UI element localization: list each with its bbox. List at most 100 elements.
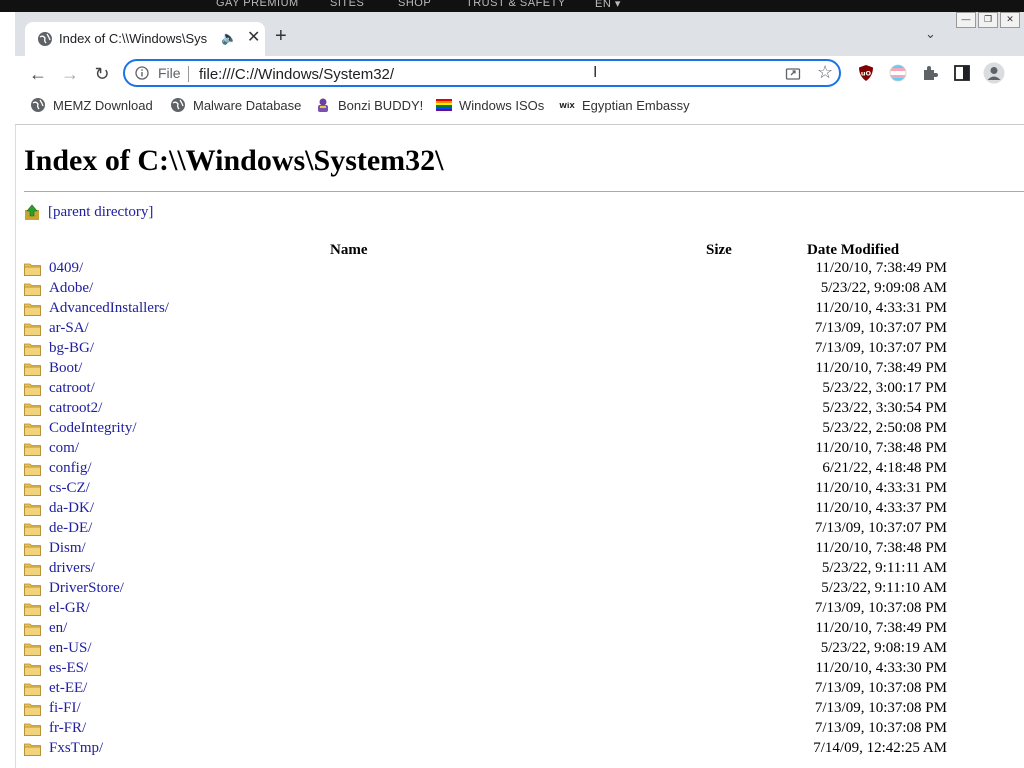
table-row: en-US/5/23/22, 9:08:19 AM (24, 640, 1024, 660)
folder-icon (24, 663, 41, 676)
url-input[interactable] (197, 63, 761, 85)
bookmark-label: Malware Database (193, 97, 302, 113)
folder-link[interactable]: Boot/ (49, 360, 82, 377)
folder-link[interactable]: CodeIntegrity/ (49, 420, 136, 437)
close-icon[interactable]: ✕ (1000, 12, 1020, 28)
info-icon[interactable] (135, 66, 149, 80)
bookmark-memz[interactable]: MEMZ Download (30, 96, 153, 114)
bg-nav-item: GAY PREMIUM (216, 0, 299, 9)
folder-icon (24, 523, 41, 536)
folder-link[interactable]: el-GR/ (49, 600, 90, 617)
speaker-icon[interactable]: 🔈 (221, 30, 237, 46)
bookmark-star-icon[interactable]: ☆ (817, 62, 833, 83)
bookmark-label: Egyptian Embassy (582, 97, 690, 113)
bookmark-label: Windows ISOs (459, 97, 545, 113)
divider (188, 66, 189, 82)
toolbar: ← → ↻ File I ☆ uO (15, 56, 1024, 92)
tab-active[interactable]: Index of C:\\Windows\System32\ 🔈 ✕ (25, 22, 265, 56)
folder-icon (24, 343, 41, 356)
folder-link[interactable]: catroot/ (49, 380, 95, 397)
folder-link[interactable]: et-EE/ (49, 680, 87, 697)
table-row: Boot/11/20/10, 7:38:49 PM (24, 360, 1024, 380)
date-modified: 11/20/10, 7:38:48 PM (815, 540, 947, 556)
share-icon[interactable] (785, 65, 801, 81)
parent-directory-link[interactable]: [parent directory] (48, 204, 153, 221)
folder-link[interactable]: config/ (49, 460, 92, 477)
side-panel-icon[interactable] (953, 64, 971, 82)
bg-nav-item: SITES (330, 0, 365, 9)
bookmark-windows-isos[interactable]: Windows ISOs (436, 96, 544, 114)
bg-nav-item: SHOP (398, 0, 432, 9)
profile-avatar-icon[interactable] (983, 62, 1005, 84)
date-modified: 5/23/22, 9:09:08 AM (820, 280, 947, 296)
restore-icon[interactable]: ❐ (978, 12, 998, 28)
folder-link[interactable]: catroot2/ (49, 400, 102, 417)
folder-link[interactable]: bg-BG/ (49, 340, 94, 357)
tab-search-button[interactable]: ⌄ (925, 26, 936, 42)
date-modified: 7/13/09, 10:37:07 PM (814, 340, 947, 356)
date-modified: 5/23/22, 9:08:19 AM (820, 640, 947, 656)
svg-text:WiX: WiX (559, 102, 575, 110)
window-controls: — ❐ ✕ (956, 12, 1020, 28)
bookmark-malware-database[interactable]: Malware Database (170, 96, 301, 114)
date-modified: 11/20/10, 4:33:37 PM (815, 500, 947, 516)
folder-link[interactable]: DriverStore/ (49, 580, 124, 597)
address-bar[interactable]: File I ☆ (123, 59, 841, 87)
column-header-size[interactable]: Size (706, 242, 732, 259)
table-row: el-GR/7/13/09, 10:37:08 PM (24, 600, 1024, 620)
date-modified: 7/13/09, 10:37:08 PM (814, 680, 947, 696)
folder-link[interactable]: ar-SA/ (49, 320, 89, 337)
ublock-origin-icon[interactable]: uO (857, 64, 875, 82)
folder-icon (24, 303, 41, 316)
folder-link[interactable]: en-US/ (49, 640, 92, 657)
table-row: de-DE/7/13/09, 10:37:07 PM (24, 520, 1024, 540)
folder-link[interactable]: Dism/ (49, 540, 86, 557)
bookmark-label: MEMZ Download (53, 97, 153, 113)
new-tab-button[interactable]: + (275, 26, 287, 46)
page-title: Index of C:\\Windows\System32\ (24, 144, 444, 177)
folder-link[interactable]: en/ (49, 620, 67, 637)
back-button[interactable]: ← (26, 62, 50, 86)
folder-icon (24, 283, 41, 296)
table-row: ar-SA/7/13/09, 10:37:07 PM (24, 320, 1024, 340)
folder-icon (24, 363, 41, 376)
column-header-date[interactable]: Date Modified (807, 242, 899, 259)
date-modified: 11/20/10, 7:38:49 PM (815, 620, 947, 636)
folder-link[interactable]: fi-FI/ (49, 700, 81, 717)
folder-link[interactable]: AdvancedInstallers/ (49, 300, 169, 317)
table-row: cs-CZ/11/20/10, 4:33:31 PM (24, 480, 1024, 500)
tab-close-icon[interactable]: ✕ (247, 27, 260, 47)
reload-button[interactable]: ↻ (90, 62, 114, 86)
bg-nav-item: TRUST & SAFETY (466, 0, 566, 9)
table-row: fr-FR/7/13/09, 10:37:08 PM (24, 720, 1024, 740)
puzzle-extensions-icon[interactable] (921, 64, 939, 82)
forward-button[interactable]: → (58, 62, 82, 86)
directory-listing: Index of C:\\Windows\System32\ [parent d… (24, 124, 1024, 768)
folder-link[interactable]: FxsTmp/ (49, 740, 103, 757)
table-row: catroot2/5/23/22, 3:30:54 PM (24, 400, 1024, 420)
folder-link[interactable]: Adobe/ (49, 280, 93, 297)
date-modified: 11/20/10, 7:38:48 PM (815, 440, 947, 456)
pride-flag-icon[interactable] (889, 64, 907, 82)
column-header-name[interactable]: Name (330, 242, 368, 259)
folder-link[interactable]: drivers/ (49, 560, 95, 577)
bookmark-bonzi-buddy[interactable]: Bonzi BUDDY! (315, 96, 423, 114)
folder-link[interactable]: de-DE/ (49, 520, 92, 537)
minimize-icon[interactable]: — (956, 12, 976, 28)
folder-link[interactable]: fr-FR/ (49, 720, 86, 737)
folder-link[interactable]: es-ES/ (49, 660, 88, 677)
folder-icon (24, 383, 41, 396)
folder-icon (24, 723, 41, 736)
date-modified: 11/20/10, 4:33:30 PM (815, 660, 947, 676)
folder-icon (24, 703, 41, 716)
folder-link[interactable]: com/ (49, 440, 79, 457)
folder-icon (24, 263, 41, 276)
bookmark-egyptian-embassy[interactable]: WiX Egyptian Embassy (559, 96, 690, 114)
folder-link[interactable]: cs-CZ/ (49, 480, 90, 497)
date-modified: 5/23/22, 3:30:54 PM (822, 400, 947, 416)
folder-link[interactable]: da-DK/ (49, 500, 94, 517)
wix-icon: WiX (559, 102, 575, 110)
folder-link[interactable]: 0409/ (49, 260, 83, 277)
table-row: AdvancedInstallers/11/20/10, 4:33:31 PM (24, 300, 1024, 320)
table-row: fi-FI/7/13/09, 10:37:08 PM (24, 700, 1024, 720)
